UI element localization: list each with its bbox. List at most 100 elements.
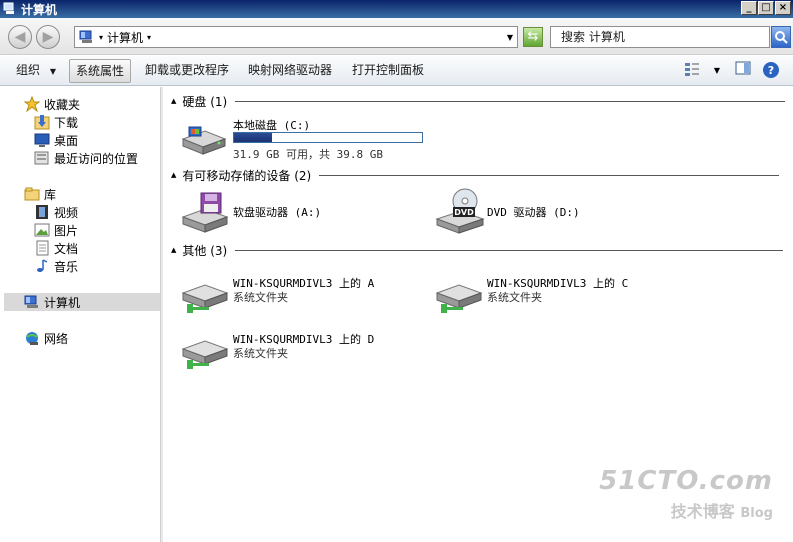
history-dropdown-icon[interactable]: ▼ <box>507 33 513 42</box>
minimize-button[interactable]: _ <box>741 1 757 15</box>
hard-drive-icon <box>181 126 227 155</box>
nav-computer-label: 计算机 <box>44 295 81 310</box>
open-control-panel-button[interactable]: 打开控制面板 <box>346 59 430 83</box>
floppy-drive-icon <box>181 192 229 233</box>
drive-c-name: 本地磁盘 (C:) <box>233 119 311 132</box>
address-bar[interactable]: ▾ 计算机 ▾ ▼ <box>74 26 518 48</box>
network-folder-c-type: 系统文件夹 <box>487 291 542 304</box>
music-icon <box>34 258 50 274</box>
help-icon[interactable]: ? <box>761 61 781 81</box>
collapse-icon[interactable]: ▲ <box>171 97 176 105</box>
star-icon <box>23 95 41 113</box>
maximize-button[interactable]: □ <box>758 1 774 15</box>
watermark-logo: 51CTO.com 技术博客 Blog <box>599 466 773 522</box>
nav-recent-label: 最近访问的位置 <box>54 151 139 166</box>
group-divider <box>235 249 784 251</box>
network-drive-icon <box>181 284 229 313</box>
chevron-down-icon[interactable]: ▾ <box>147 33 151 42</box>
drive-c-usage-bar <box>233 132 423 143</box>
nav-favorites-label: 收藏夹 <box>44 97 81 112</box>
collapse-icon[interactable]: ▲ <box>171 246 176 254</box>
uninstall-program-button[interactable]: 卸载或更改程序 <box>139 59 235 83</box>
recent-places-icon <box>34 150 50 166</box>
video-icon <box>34 204 50 220</box>
chevron-down-icon[interactable]: ▾ <box>99 33 103 42</box>
drive-c-usage-fill <box>234 133 272 142</box>
nav-libraries[interactable]: 库 <box>24 185 56 203</box>
nav-network-label: 网络 <box>44 331 69 346</box>
group-other-label: 其他 (3) <box>182 243 228 258</box>
map-network-drive-button[interactable]: 映射网络驱动器 <box>242 59 338 83</box>
nav-downloads-label: 下载 <box>54 115 79 130</box>
nav-network[interactable]: 网络 <box>24 329 68 347</box>
group-removable[interactable]: ▲ 有可移动存储的设备 (2) <box>171 168 780 183</box>
nav-computer[interactable]: 计算机 <box>4 293 160 311</box>
watermark-line1: 51CTO.com <box>599 466 773 496</box>
nav-desktop[interactable]: 桌面 <box>34 131 78 149</box>
nav-pictures[interactable]: 图片 <box>34 221 78 239</box>
collapse-icon[interactable]: ▲ <box>171 171 176 179</box>
network-folder-c-tile[interactable]: WIN-KSQURMDIVL3 上的 C 系统文件夹 <box>433 271 673 315</box>
navigation-pane: 收藏夹 下载 桌面 最近访问的位置 库 视频 图片 文档 音乐 计算机 网络 <box>0 87 160 542</box>
group-divider <box>319 174 780 176</box>
group-hard-disks-label: 硬盘 (1) <box>182 94 228 109</box>
group-hard-disks[interactable]: ▲ 硬盘 (1) <box>171 94 786 109</box>
drive-c-tile[interactable]: 本地磁盘 (C:) 31.9 GB 可用，共 39.8 GB <box>179 115 439 161</box>
nav-libraries-label: 库 <box>44 187 57 202</box>
search-input[interactable]: 搜索 计算机 <box>550 26 770 48</box>
nav-recent-places[interactable]: 最近访问的位置 <box>34 149 138 167</box>
nav-videos-label: 视频 <box>54 205 79 220</box>
content-pane: ▲ 硬盘 (1) 本地磁盘 (C:) 31.9 GB 可用，共 39.8 GB … <box>163 87 793 542</box>
download-folder-icon <box>34 114 50 130</box>
network-folder-a-tile[interactable]: WIN-KSQURMDIVL3 上的 A 系统文件夹 <box>179 271 419 315</box>
forward-button[interactable]: ▶ <box>36 25 60 49</box>
drive-a-tile[interactable]: 软盘驱动器 (A:) <box>179 191 419 235</box>
network-folder-a-type: 系统文件夹 <box>233 291 288 304</box>
network-drive-icon <box>181 340 229 369</box>
address-row: ◀ ▶ ▾ 计算机 ▾ ▼ ⇆ 搜索 计算机 <box>0 18 793 55</box>
nav-pictures-label: 图片 <box>54 223 79 238</box>
svg-text:?: ? <box>768 64 774 77</box>
drive-a-name: 软盘驱动器 (A:) <box>233 206 322 219</box>
drive-d-tile[interactable]: DVD DVD 驱动器 (D:) <box>433 187 673 235</box>
nav-desktop-label: 桌面 <box>54 133 79 148</box>
nav-downloads[interactable]: 下载 <box>34 113 78 131</box>
network-drive-icon <box>435 284 483 313</box>
document-icon <box>34 240 50 256</box>
dvd-drive-icon: DVD <box>435 188 485 234</box>
command-bar: 组织 ▼ 系统属性 卸载或更改程序 映射网络驱动器 打开控制面板 ▼ ? <box>0 56 793 86</box>
nav-favorites[interactable]: 收藏夹 <box>23 95 81 113</box>
refresh-button[interactable]: ⇆ <box>523 27 543 47</box>
picture-icon <box>34 222 50 238</box>
network-folder-d-type: 系统文件夹 <box>233 347 288 360</box>
computer-icon <box>79 30 95 44</box>
view-options-icon[interactable] <box>682 61 702 81</box>
view-dropdown-icon[interactable]: ▼ <box>707 61 727 81</box>
svg-text:DVD: DVD <box>454 208 474 217</box>
organize-menu[interactable]: 组织 ▼ <box>10 59 62 83</box>
nav-videos[interactable]: 视频 <box>34 203 78 221</box>
desktop-icon <box>34 132 50 148</box>
nav-documents[interactable]: 文档 <box>34 239 78 257</box>
group-divider <box>235 100 786 102</box>
breadcrumb[interactable]: 计算机 <box>107 29 143 46</box>
computer-icon <box>3 2 17 16</box>
nav-music-label: 音乐 <box>54 259 79 274</box>
drive-c-usage-text: 31.9 GB 可用，共 39.8 GB <box>233 148 383 161</box>
close-button[interactable]: × <box>775 1 791 15</box>
library-icon <box>24 186 40 202</box>
computer-icon <box>24 294 40 310</box>
system-properties-button[interactable]: 系统属性 <box>69 59 132 83</box>
watermark-line2: 技术博客 Blog <box>599 498 773 522</box>
back-button[interactable]: ◀ <box>8 25 32 49</box>
group-other[interactable]: ▲ 其他 (3) <box>171 243 784 258</box>
nav-documents-label: 文档 <box>54 241 79 256</box>
nav-music[interactable]: 音乐 <box>34 257 78 275</box>
watermark-line2-text: 技术博客 <box>670 502 735 521</box>
network-folder-d-tile[interactable]: WIN-KSQURMDIVL3 上的 D 系统文件夹 <box>179 327 419 371</box>
network-icon <box>24 330 40 346</box>
preview-pane-icon[interactable] <box>733 61 753 81</box>
group-removable-label: 有可移动存储的设备 (2) <box>182 168 312 183</box>
search-icon[interactable] <box>771 26 791 48</box>
window-title: 计算机 <box>21 2 58 17</box>
